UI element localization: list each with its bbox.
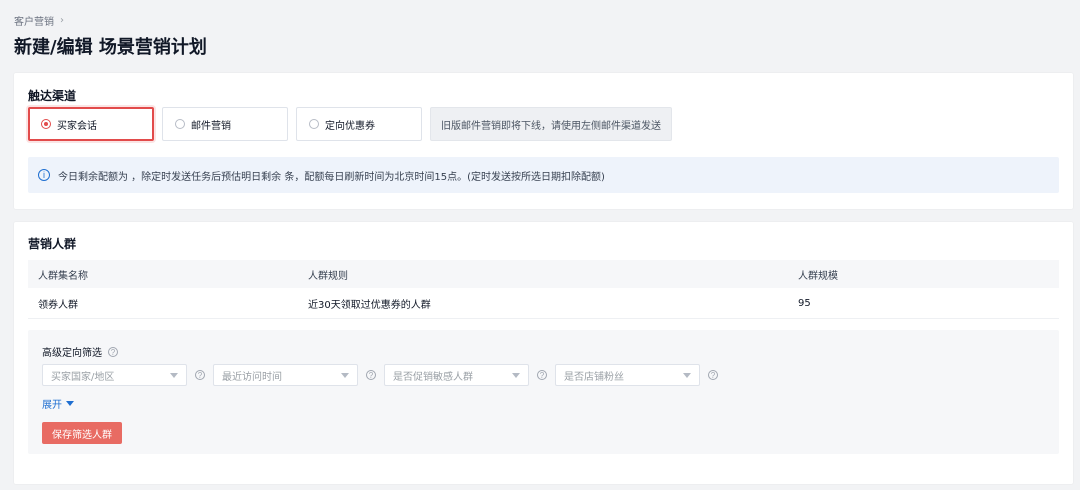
chevron-right-icon: ›	[60, 14, 64, 26]
quota-info-bar: i 今日剩余配额为 ，除定时发送任务后预估明日剩余 条，配额每日刷新时间为北京时…	[28, 157, 1059, 193]
radio-unchecked-icon	[309, 119, 319, 129]
caret-down-icon	[512, 372, 520, 378]
quota-info-text: 今日剩余配额为 ，除定时发送任务后预估明日剩余 条，配额每日刷新时间为北京时间1…	[58, 171, 605, 183]
question-circle-icon[interactable]: ?	[537, 370, 547, 380]
question-circle-icon[interactable]: ?	[108, 346, 118, 357]
expand-label: 展开	[42, 400, 62, 411]
column-header: 人群规模	[798, 270, 838, 282]
advanced-filter-panel: 高级定向筛选 ? 买家国家/地区 ? 最近访问时间 ? 是否促销敏感人群 ? 是…	[28, 330, 1059, 454]
filter-select-store-fan[interactable]: 是否店铺粉丝	[555, 364, 700, 386]
question-circle-icon[interactable]: ?	[708, 370, 718, 380]
advanced-filter-label: 高级定向筛选	[42, 348, 102, 359]
caret-down-icon	[341, 372, 349, 378]
expand-toggle[interactable]: 展开	[42, 396, 74, 411]
audience-table: 人群集名称 人群规则 人群规模 领券人群 近30天领取过优惠券的人群 95	[28, 259, 1059, 319]
legacy-email-notice: 旧版邮件营销即将下线，请使用左侧邮件渠道发送	[430, 107, 672, 141]
caret-down-icon	[66, 401, 74, 406]
question-circle-icon[interactable]: ?	[195, 370, 205, 380]
info-circle-icon: i	[38, 169, 50, 181]
page-title: 新建/编辑 场景营销计划	[14, 37, 207, 58]
filter-select-promo-sensitive[interactable]: 是否促销敏感人群	[384, 364, 529, 386]
audience-title: 营销人群	[28, 237, 77, 251]
question-circle-icon[interactable]: ?	[366, 370, 376, 380]
table-cell: 领券人群	[38, 299, 78, 311]
channel-label: 邮件营销	[191, 120, 231, 132]
filter-select-country[interactable]: 买家国家/地区	[42, 364, 187, 386]
filter-placeholder: 是否店铺粉丝	[564, 371, 624, 383]
table-cell: 近30天领取过优惠券的人群	[308, 299, 431, 311]
channel-option-email[interactable]: 邮件营销	[162, 107, 288, 141]
column-header: 人群集名称	[38, 270, 88, 282]
channel-option-coupon[interactable]: 定向优惠券	[296, 107, 422, 141]
channel-option-buyer-chat[interactable]: 买家会话	[28, 107, 154, 141]
breadcrumb: 客户营销 ›	[14, 13, 64, 28]
advanced-filter-title: 高级定向筛选 ?	[42, 344, 118, 359]
filter-placeholder: 是否促销敏感人群	[393, 371, 473, 383]
table-cell: 95	[798, 297, 811, 309]
audience-card: 营销人群 人群集名称 人群规则 人群规模 领券人群 近30天领取过优惠券的人群 …	[14, 222, 1073, 484]
channel-label: 买家会话	[57, 120, 97, 132]
reach-channel-card: 触达渠道 买家会话 邮件营销 定向优惠券 旧版邮件营销即将下线，请使用左侧邮件渠…	[14, 73, 1073, 209]
column-header: 人群规则	[308, 270, 348, 282]
table-row: 领券人群 近30天领取过优惠券的人群 95	[28, 288, 1059, 319]
channel-label: 定向优惠券	[325, 120, 375, 132]
breadcrumb-item[interactable]: 客户营销	[14, 13, 54, 28]
save-filter-audience-button[interactable]: 保存筛选人群	[42, 422, 122, 444]
filter-placeholder: 买家国家/地区	[51, 371, 115, 383]
reach-channel-title: 触达渠道	[28, 89, 77, 103]
filter-select-last-visit[interactable]: 最近访问时间	[213, 364, 358, 386]
filter-row: 买家国家/地区 ? 最近访问时间 ? 是否促销敏感人群 ? 是否店铺粉丝 ?	[42, 364, 718, 386]
caret-down-icon	[683, 372, 691, 378]
channel-options: 买家会话 邮件营销 定向优惠券 旧版邮件营销即将下线，请使用左侧邮件渠道发送	[28, 107, 672, 141]
filter-placeholder: 最近访问时间	[222, 371, 282, 383]
radio-unchecked-icon	[175, 119, 185, 129]
caret-down-icon	[170, 372, 178, 378]
radio-checked-icon	[41, 119, 51, 129]
table-header: 人群集名称 人群规则 人群规模	[28, 260, 1059, 288]
page-header: 客户营销 › 新建/编辑 场景营销计划	[0, 0, 1080, 70]
